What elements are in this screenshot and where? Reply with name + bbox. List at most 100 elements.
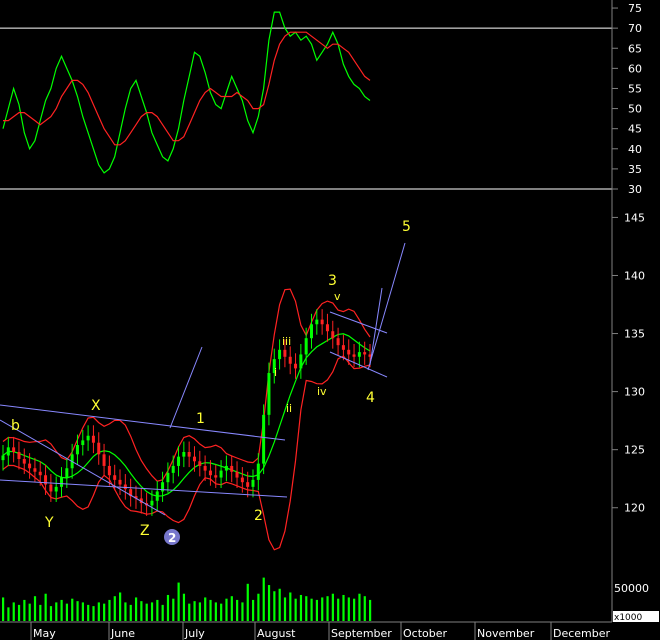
volume-bar xyxy=(267,585,271,621)
wave-label-4: 4 xyxy=(366,390,375,406)
price-bar-body xyxy=(150,500,154,506)
price-tick-label: 145 xyxy=(624,211,645,224)
volume-bar xyxy=(347,597,350,621)
price-bar-body xyxy=(288,356,292,364)
oscillator-tick-label: 30 xyxy=(628,183,642,196)
wave-label-i: i xyxy=(274,366,277,379)
price-tick-label: 130 xyxy=(624,386,645,399)
price-bar-body xyxy=(224,465,228,471)
price-bar-body xyxy=(107,465,111,476)
volume-bar xyxy=(103,603,106,621)
volume-bar xyxy=(331,593,334,621)
volume-bar xyxy=(33,596,37,621)
month-label: August xyxy=(257,627,296,640)
price-bar-body xyxy=(75,445,79,455)
volume-tick-label: 50000 xyxy=(614,582,649,595)
oscillator-tick-label: 45 xyxy=(628,123,642,136)
volume-bar xyxy=(108,599,111,621)
wave-marker-number: 2 xyxy=(168,531,176,545)
oscillator-tick-label: 50 xyxy=(628,103,642,116)
volume-bar xyxy=(12,602,15,621)
wave-label-x: X xyxy=(91,398,101,414)
price-bar-body xyxy=(86,435,90,441)
price-bar-body xyxy=(246,482,250,487)
volume-bar xyxy=(246,583,249,621)
price-bar-body xyxy=(294,363,298,369)
price-bar-body xyxy=(347,349,351,355)
volume-bar xyxy=(28,603,31,621)
volume-bar xyxy=(150,602,154,621)
chart-background xyxy=(0,0,660,640)
price-bar-body xyxy=(97,442,101,455)
wave-label-3: 3 xyxy=(328,273,337,289)
price-tick-label: 135 xyxy=(624,328,645,341)
volume-bar xyxy=(23,599,26,621)
price-bar-body xyxy=(283,349,287,357)
oscillator-tick-label: 65 xyxy=(628,42,642,55)
volume-bar xyxy=(124,602,127,621)
volume-bar xyxy=(193,601,196,621)
price-bar-body xyxy=(171,465,175,473)
volume-bar xyxy=(299,594,303,621)
price-tick-label: 120 xyxy=(624,502,645,515)
month-label: December xyxy=(553,627,611,640)
price-bar-body xyxy=(230,465,234,472)
wave-label-z: Z xyxy=(140,523,150,539)
volume-bar xyxy=(60,599,63,621)
price-bar-body xyxy=(267,373,271,415)
volume-bar xyxy=(251,599,255,621)
volume-bar xyxy=(305,596,308,621)
oscillator-tick-label: 60 xyxy=(628,62,642,75)
volume-bar xyxy=(225,598,228,621)
price-bar-body xyxy=(22,458,26,464)
volume-bar xyxy=(310,598,313,621)
volume-bar xyxy=(182,593,186,621)
month-label: September xyxy=(331,627,392,640)
volume-bar xyxy=(92,606,95,621)
volume-bar xyxy=(119,592,122,621)
price-bar-body xyxy=(12,447,16,452)
volume-bar xyxy=(49,606,53,621)
price-bar-body xyxy=(278,349,282,360)
volume-bar xyxy=(262,577,265,621)
volume-bar xyxy=(76,601,79,621)
price-bar-body xyxy=(60,477,64,487)
month-label: July xyxy=(184,627,205,640)
stock-chart: 75706560555045403530145140135130125120 M… xyxy=(0,0,660,640)
price-bar-body xyxy=(198,461,202,466)
volume-bar xyxy=(129,604,132,621)
volume-bar xyxy=(7,607,10,621)
price-bar-body xyxy=(38,471,42,476)
price-bar-body xyxy=(17,452,21,459)
volume-bar xyxy=(55,602,58,621)
volume-bar xyxy=(353,598,356,621)
price-bar-body xyxy=(251,479,255,487)
volume-bar xyxy=(71,598,74,621)
price-tick-label: 125 xyxy=(624,444,645,457)
wave-label-b: b xyxy=(11,418,20,434)
price-bar-body xyxy=(256,463,260,480)
oscillator-tick-label: 40 xyxy=(628,143,642,156)
volume-bar xyxy=(294,598,297,621)
volume-bar xyxy=(342,594,345,621)
price-bar-body xyxy=(299,354,303,369)
volume-bar xyxy=(97,602,100,621)
volume-bar xyxy=(2,597,5,621)
volume-bar xyxy=(198,602,201,621)
price-bar-body xyxy=(91,435,95,443)
wave-label-2: 2 xyxy=(254,508,263,524)
volume-bar xyxy=(65,603,69,621)
price-bar-body xyxy=(357,352,361,357)
wave-label-ii: ii xyxy=(286,402,292,415)
price-bar-body xyxy=(320,319,324,325)
volume-bar xyxy=(140,601,143,621)
oscillator-tick-label: 35 xyxy=(628,163,642,176)
volume-bar xyxy=(17,604,21,621)
volume-bar xyxy=(166,594,170,621)
volume-bar xyxy=(113,596,116,621)
volume-bar xyxy=(289,592,292,621)
price-bar-body xyxy=(187,452,191,457)
wave-label-v: v xyxy=(334,290,341,303)
wave-label-iii: iii xyxy=(282,335,291,348)
volume-bar xyxy=(278,588,281,621)
